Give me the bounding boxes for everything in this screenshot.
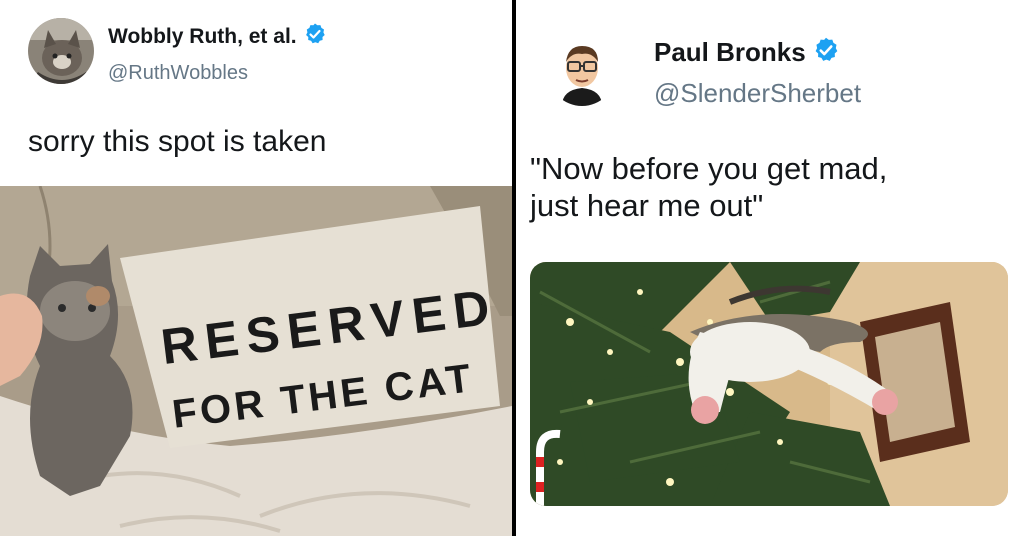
avatar[interactable] bbox=[548, 38, 616, 106]
display-name[interactable]: Wobbly Ruth, et al. bbox=[108, 25, 297, 49]
avatar[interactable] bbox=[28, 18, 94, 84]
author-name-row: Wobbly Ruth, et al. bbox=[108, 22, 327, 51]
tweet-photo[interactable] bbox=[530, 262, 1008, 506]
verified-badge-icon bbox=[812, 36, 840, 69]
tweet-text: sorry this spot is taken bbox=[28, 125, 327, 158]
user-handle[interactable]: @SlenderSherbet bbox=[654, 78, 861, 109]
tweet-text: "Now before you get mad, just hear me ou… bbox=[530, 150, 887, 224]
tweet-photo[interactable]: RESERVED FOR THE CAT bbox=[0, 186, 512, 536]
tweet-text-line2: just hear me out" bbox=[530, 188, 764, 224]
verified-badge-icon bbox=[303, 22, 327, 51]
right-tweet-card: Paul Bronks @SlenderSherbet "Now before … bbox=[516, 0, 1024, 536]
display-name[interactable]: Paul Bronks bbox=[654, 37, 806, 68]
left-tweet-card: Wobbly Ruth, et al. @RuthWobbles sorry t… bbox=[0, 0, 512, 536]
user-handle[interactable]: @RuthWobbles bbox=[108, 62, 248, 85]
author-name-row: Paul Bronks bbox=[654, 36, 840, 69]
tweet-text-line1: "Now before you get mad, bbox=[530, 151, 888, 186]
